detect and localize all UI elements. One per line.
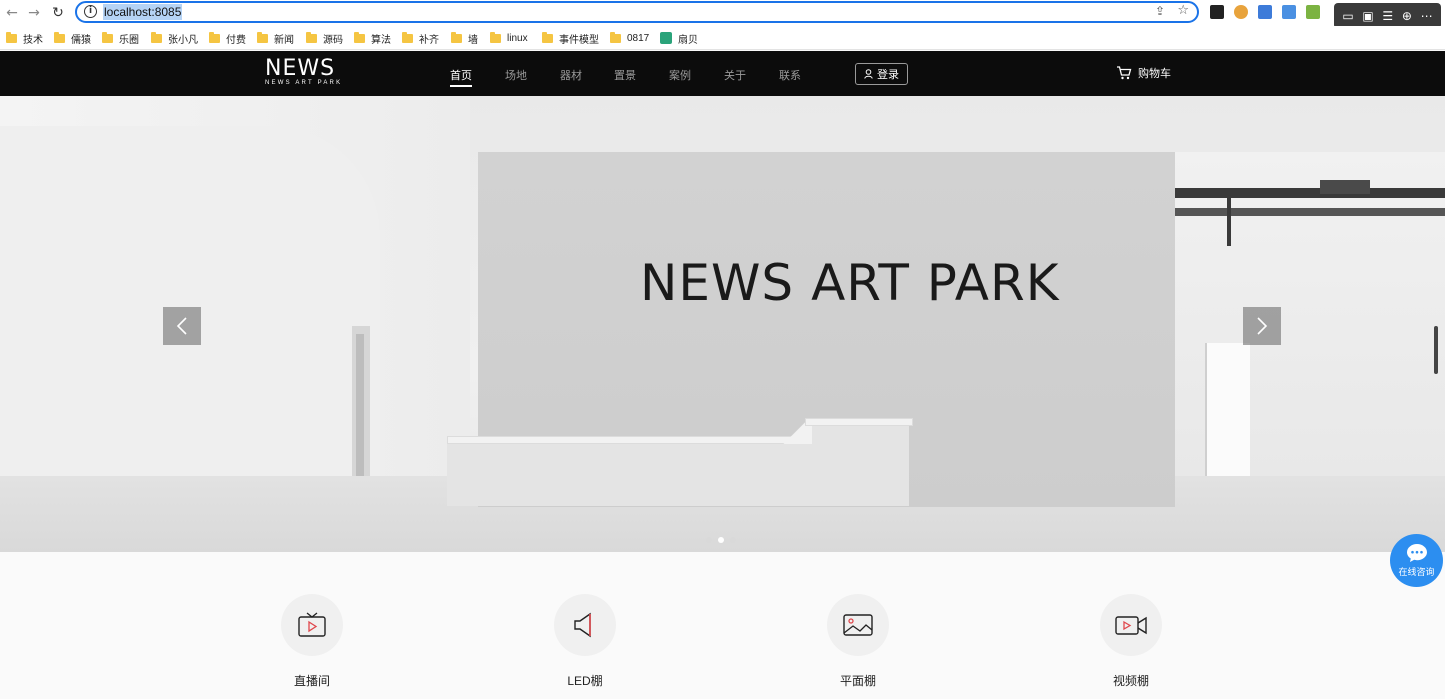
nav-home[interactable]: 首页 xyxy=(450,67,472,83)
nav-venue[interactable]: 场地 xyxy=(505,67,527,83)
bookmark-item[interactable]: 墙 xyxy=(451,31,478,46)
folder-icon xyxy=(102,31,113,43)
bookmark-item[interactable]: 0817 xyxy=(610,31,649,45)
nav-equipment[interactable]: 器材 xyxy=(560,67,582,83)
feature-icon-circle xyxy=(827,594,889,656)
feature-icon-circle xyxy=(1100,594,1162,656)
bookmark-item[interactable]: 扇贝 xyxy=(660,31,698,46)
folder-icon xyxy=(54,31,65,43)
bookmark-item[interactable]: linux xyxy=(490,31,528,45)
share-icon[interactable]: ⇪ xyxy=(1155,4,1165,18)
consult-label: 在线咨询 xyxy=(1398,567,1435,577)
logo-subtitle: NEWS ART PARK xyxy=(265,80,343,86)
notion-extension-icon[interactable] xyxy=(1210,5,1224,19)
feature-label: 平面棚 xyxy=(839,674,876,688)
feature-label: LED棚 xyxy=(567,674,603,688)
login-button[interactable]: 登录 xyxy=(855,63,908,85)
folder-icon xyxy=(6,31,17,43)
url-text[interactable]: localhost:8085 xyxy=(103,4,183,20)
feature-icon-circle xyxy=(281,594,343,656)
tv-play-icon xyxy=(298,612,326,637)
nav-cases[interactable]: 案例 xyxy=(669,67,691,83)
folder-icon xyxy=(451,31,462,43)
shanbay-icon xyxy=(660,32,672,44)
online-consult-button[interactable]: 在线咨询 xyxy=(1390,534,1443,587)
bookmark-item[interactable]: 技术 xyxy=(6,31,43,46)
image-icon xyxy=(843,614,873,636)
bookmark-star-icon[interactable]: ☆ xyxy=(1177,3,1189,18)
site-info-icon[interactable]: i xyxy=(84,5,97,18)
hero-carousel: NEWS ART PARK xyxy=(0,96,1445,552)
feature-label: 视频棚 xyxy=(1112,674,1149,688)
cart-link[interactable]: 购物车 xyxy=(1116,65,1171,81)
chevron-left-icon xyxy=(176,317,187,335)
download-icon[interactable]: ⊕ xyxy=(1402,9,1412,23)
folder-icon xyxy=(306,31,317,43)
extension-icon[interactable] xyxy=(1234,5,1248,19)
folder-icon xyxy=(257,31,268,43)
carousel-dots xyxy=(706,537,736,543)
nav-active-indicator xyxy=(450,85,472,87)
bookmark-item[interactable]: 补齐 xyxy=(402,31,439,46)
bookmark-item[interactable]: 新闻 xyxy=(257,31,294,46)
more-icon[interactable]: ⋯ xyxy=(1421,9,1433,23)
chevron-right-icon xyxy=(1257,317,1268,335)
extension-icon[interactable] xyxy=(1282,5,1296,19)
carousel-next-button[interactable] xyxy=(1243,307,1281,345)
folder-icon xyxy=(354,31,365,43)
feature-icon-circle xyxy=(554,594,616,656)
bookmark-item[interactable]: 儒猿 xyxy=(54,31,91,46)
bookmarks-bar: 技术 儒猿 乐圈 张小凡 付费 新闻 源码 算法 补齐 墙 linux 事件模型… xyxy=(0,26,1445,50)
hero-title: NEWS ART PARK xyxy=(640,254,1060,312)
extension-icon[interactable] xyxy=(1258,5,1272,19)
bookmark-item[interactable]: 算法 xyxy=(354,31,391,46)
carousel-dot[interactable] xyxy=(706,537,712,543)
cart-icon xyxy=(1117,66,1132,80)
folder-icon xyxy=(402,31,413,43)
folder-icon xyxy=(610,31,621,43)
feature-section: 直播间 LED棚 平面棚 视频棚 xyxy=(0,552,1445,699)
bookmark-item[interactable]: 乐圈 xyxy=(102,31,139,46)
bookmark-item[interactable]: 张小凡 xyxy=(151,31,198,46)
folder-icon xyxy=(209,31,220,43)
carousel-dot-active[interactable] xyxy=(718,537,724,543)
list-icon[interactable]: ☰ xyxy=(1382,9,1393,23)
login-label: 登录 xyxy=(877,69,899,81)
speaker-icon xyxy=(574,612,591,638)
reload-icon[interactable]: ↻ xyxy=(48,3,68,23)
site-header: NEWS NEWS ART PARK 首页 场地 器材 置景 案例 关于 联系 … xyxy=(0,51,1445,96)
folder-icon xyxy=(151,31,162,43)
video-camera-icon xyxy=(1115,616,1147,635)
browser-toolbar: ← → ↻ i localhost:8085 ⇪ ☆ ▭ ▣ ☰ ⊕ ⋯ xyxy=(0,0,1445,29)
cart-label: 购物车 xyxy=(1138,68,1171,80)
forward-icon[interactable]: → xyxy=(24,3,44,23)
nav-scenery[interactable]: 置景 xyxy=(614,67,636,83)
logo-mark: NEWS xyxy=(265,56,336,81)
bookmark-item[interactable]: 付费 xyxy=(209,31,246,46)
bookmark-item[interactable]: 事件模型 xyxy=(542,31,599,46)
nav-about[interactable]: 关于 xyxy=(724,67,746,83)
user-icon xyxy=(864,69,873,79)
site-logo[interactable]: NEWS NEWS ART PARK xyxy=(265,56,343,89)
feature-label: 直播间 xyxy=(293,674,330,688)
bookmark-item[interactable]: 源码 xyxy=(306,31,343,46)
nav-contact[interactable]: 联系 xyxy=(779,67,801,83)
page-scrollbar[interactable] xyxy=(1434,326,1438,374)
back-icon[interactable]: ← xyxy=(2,3,22,23)
folder-icon xyxy=(542,31,553,43)
extension-icon[interactable] xyxy=(1306,5,1320,19)
address-bar[interactable]: i localhost:8085 ⇪ ☆ xyxy=(75,1,1199,23)
chat-bubble-icon xyxy=(1406,544,1427,562)
comment-icon[interactable]: ▭ xyxy=(1342,9,1353,23)
folder-icon xyxy=(490,31,501,43)
carousel-prev-button[interactable] xyxy=(163,307,201,345)
carousel-dot[interactable] xyxy=(730,537,736,543)
window-icon[interactable]: ▣ xyxy=(1362,9,1373,23)
